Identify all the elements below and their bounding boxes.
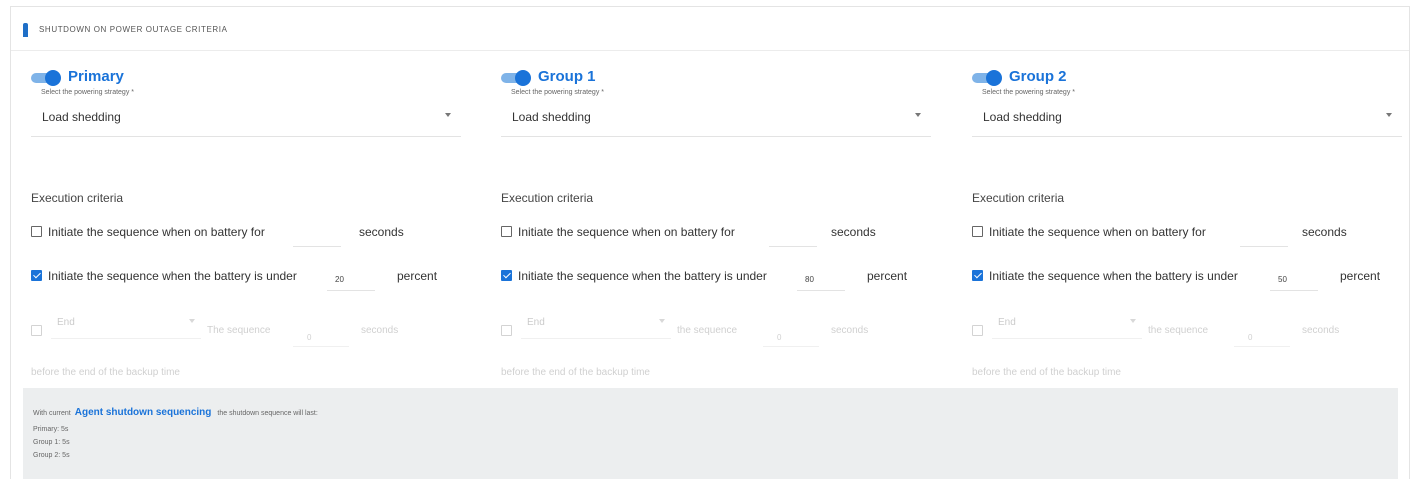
summary-prefix: With current <box>33 410 71 417</box>
battery-level-text: Initiate the sequence when the battery i… <box>989 269 1238 283</box>
battery-time-unit: seconds <box>831 225 876 239</box>
backup-time-checkbox[interactable] <box>31 325 42 336</box>
strategy-label: Select the powering strategy * <box>982 89 1075 96</box>
group-toggle[interactable] <box>501 70 531 86</box>
battery-level-checkbox[interactable] <box>972 270 983 281</box>
battery-time-checkbox[interactable] <box>31 226 42 237</box>
end-select[interactable]: End <box>51 305 201 339</box>
strategy-value: Load shedding <box>42 110 121 124</box>
battery-time-unit: seconds <box>359 225 404 239</box>
end-select[interactable]: End <box>521 305 671 339</box>
battery-level-value: 50 <box>1278 275 1287 284</box>
chevron-down-icon <box>189 319 195 323</box>
backup-time-footer: before the end of the backup time <box>501 367 650 378</box>
battery-level-value: 80 <box>805 275 814 284</box>
strategy-select[interactable]: Select the powering strategy * Load shed… <box>972 89 1402 137</box>
group-name: Primary <box>68 68 124 85</box>
end-select-value: End <box>527 317 545 328</box>
sequence-label: The sequence <box>207 325 271 336</box>
strategy-label: Select the powering strategy * <box>41 89 134 96</box>
battery-time-input[interactable] <box>1240 217 1288 247</box>
strategy-value: Load shedding <box>512 110 591 124</box>
battery-level-text: Initiate the sequence when the battery i… <box>48 269 297 283</box>
battery-level-checkbox[interactable] <box>501 270 512 281</box>
chevron-down-icon <box>1386 113 1392 117</box>
battery-level-unit: percent <box>397 269 438 283</box>
strategy-value: Load shedding <box>983 110 1062 124</box>
backup-time-checkbox[interactable] <box>501 325 512 336</box>
backup-time-footer: before the end of the backup time <box>31 367 180 378</box>
end-select-value: End <box>57 317 75 328</box>
battery-time-unit: seconds <box>1302 225 1347 239</box>
battery-level-row: Initiate the sequence when the battery i… <box>31 257 471 293</box>
summary-line: With current Agent shutdown sequencing the… <box>33 402 318 420</box>
sequence-label: the sequence <box>677 325 738 336</box>
battery-time-input[interactable] <box>769 217 817 247</box>
toggle-knob <box>986 70 1002 86</box>
battery-level-input[interactable]: 80 <box>797 261 845 291</box>
battery-time-text: Initiate the sequence when on battery fo… <box>989 225 1206 239</box>
backup-time-row: End the sequence 0 seconds <box>501 305 941 347</box>
sequence-input[interactable]: 0 <box>1234 309 1290 347</box>
execution-criteria-title: Execution criteria <box>501 191 594 205</box>
group-column-group-2: Group 2 Select the powering strategy * L… <box>952 7 1412 387</box>
backup-time-checkbox[interactable] <box>972 325 983 336</box>
toggle-knob <box>45 70 61 86</box>
sequence-unit: seconds <box>1302 325 1340 336</box>
end-select[interactable]: End <box>992 305 1142 339</box>
end-select-value: End <box>998 317 1016 328</box>
strategy-select[interactable]: Select the powering strategy * Load shed… <box>31 89 461 137</box>
sequence-label: the sequence <box>1148 325 1209 336</box>
battery-time-checkbox[interactable] <box>501 226 512 237</box>
execution-criteria-title: Execution criteria <box>972 191 1065 205</box>
summary-item: Group 1: 5s <box>33 439 70 446</box>
sequence-unit: seconds <box>831 325 869 336</box>
backup-time-row: End the sequence 0 seconds <box>972 305 1412 347</box>
toggle-knob <box>515 70 531 86</box>
group-column-group-1: Group 1 Select the powering strategy * L… <box>481 7 941 387</box>
chevron-down-icon <box>445 113 451 117</box>
group-toggle[interactable] <box>31 70 61 86</box>
summary-item: Group 2: 5s <box>33 452 70 459</box>
battery-level-row: Initiate the sequence when the battery i… <box>501 257 941 293</box>
sequence-summary-box: With current Agent shutdown sequencing the… <box>23 388 1398 479</box>
strategy-label: Select the powering strategy * <box>511 89 604 96</box>
strategy-select[interactable]: Select the powering strategy * Load shed… <box>501 89 931 137</box>
backup-time-footer: before the end of the backup time <box>972 367 1121 378</box>
sequence-unit: seconds <box>361 325 399 336</box>
battery-time-text: Initiate the sequence when on battery fo… <box>48 225 265 239</box>
battery-level-unit: percent <box>1340 269 1381 283</box>
battery-time-row: Initiate the sequence when on battery fo… <box>31 213 471 249</box>
battery-level-input[interactable]: 50 <box>1270 261 1318 291</box>
sequence-value: 0 <box>1248 333 1253 342</box>
battery-level-text: Initiate the sequence when the battery i… <box>518 269 767 283</box>
battery-level-value: 20 <box>335 275 344 284</box>
sequence-value: 0 <box>777 333 782 342</box>
group-name: Group 1 <box>538 68 596 85</box>
summary-suffix: the shutdown sequence will last: <box>217 410 318 417</box>
execution-criteria-title: Execution criteria <box>31 191 124 205</box>
battery-time-checkbox[interactable] <box>972 226 983 237</box>
agent-shutdown-sequencing-link[interactable]: Agent shutdown sequencing <box>75 407 212 418</box>
summary-item: Primary: 5s <box>33 426 69 433</box>
battery-level-checkbox[interactable] <box>31 270 42 281</box>
sequence-value: 0 <box>307 333 312 342</box>
battery-level-unit: percent <box>867 269 908 283</box>
chevron-down-icon <box>659 319 665 323</box>
battery-time-input[interactable] <box>293 217 341 247</box>
battery-time-text: Initiate the sequence when on battery fo… <box>518 225 735 239</box>
battery-time-row: Initiate the sequence when on battery fo… <box>501 213 941 249</box>
sequence-input[interactable]: 0 <box>293 309 349 347</box>
battery-level-input[interactable]: 20 <box>327 261 375 291</box>
chevron-down-icon <box>1130 319 1136 323</box>
group-name: Group 2 <box>1009 68 1067 85</box>
sequence-input[interactable]: 0 <box>763 309 819 347</box>
battery-level-row: Initiate the sequence when the battery i… <box>972 257 1412 293</box>
chevron-down-icon <box>915 113 921 117</box>
backup-time-row: End The sequence 0 seconds <box>31 305 471 347</box>
group-column-primary: Primary Select the powering strategy * L… <box>11 7 471 387</box>
battery-time-row: Initiate the sequence when on battery fo… <box>972 213 1412 249</box>
group-toggle[interactable] <box>972 70 1002 86</box>
